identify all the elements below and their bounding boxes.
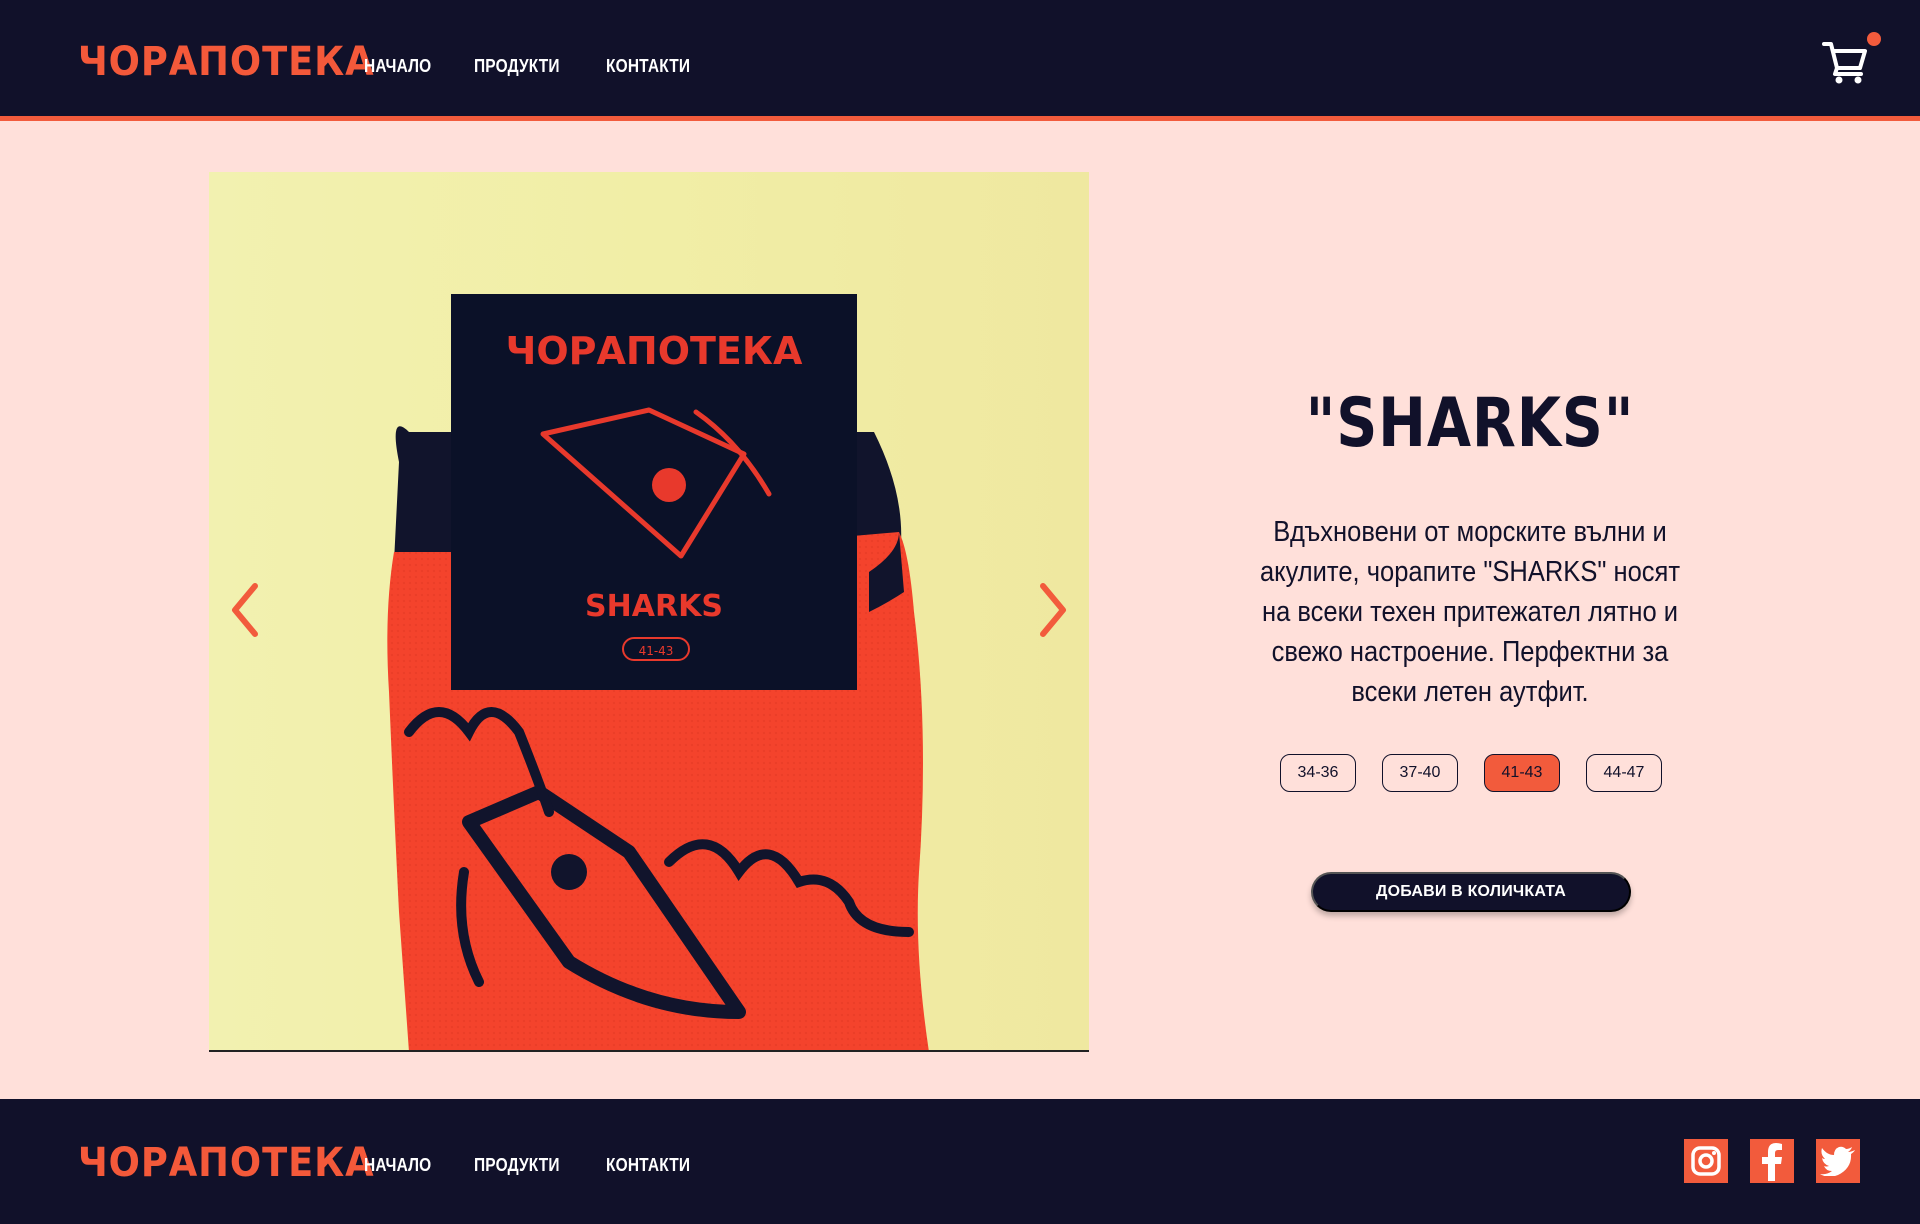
footer-nav-link-home[interactable]: НАЧАЛО: [364, 1155, 431, 1176]
facebook-icon[interactable]: [1750, 1139, 1794, 1183]
nav-link-contacts[interactable]: КОНТАКТИ: [606, 56, 690, 77]
twitter-icon[interactable]: [1816, 1139, 1860, 1183]
add-to-cart-button[interactable]: ДОБАВИ В КОЛИЧКАТА: [1311, 872, 1631, 912]
package-size-text: 41-43: [639, 644, 674, 658]
product-title: "SHARKS": [1305, 384, 1635, 463]
package-name-text: SHARKS: [585, 589, 723, 624]
product-description: Вдъхновени от морските вълни и акулите, …: [1259, 516, 1681, 708]
nav-link-home[interactable]: НАЧАЛО: [364, 56, 431, 77]
footer-nav: НАЧАЛО ПРОДУКТИ КОНТАКТИ: [364, 1155, 704, 1176]
main-nav: НАЧАЛО ПРОДУКТИ КОНТАКТИ: [364, 56, 704, 77]
size-option-34-36[interactable]: 34-36: [1280, 754, 1356, 792]
size-option-44-47[interactable]: 44-47: [1586, 754, 1662, 792]
product-section: ЧОРАПОТЕКА SHARKS 41-43 "SHARKS" Вдъхнов…: [0, 126, 1920, 1099]
site-header: ЧОРАПОТЕКА НАЧАЛО ПРОДУКТИ КОНТАКТИ: [0, 0, 1920, 121]
footer-nav-link-products[interactable]: ПРОДУКТИ: [474, 1155, 560, 1176]
cart-notification-dot: [1867, 32, 1881, 46]
chevron-right-icon[interactable]: [1033, 580, 1073, 640]
footer-logo[interactable]: ЧОРАПОТЕКА: [78, 1143, 375, 1183]
size-option-37-40[interactable]: 37-40: [1382, 754, 1458, 792]
size-option-41-43[interactable]: 41-43: [1484, 754, 1560, 792]
cart-icon[interactable]: [1822, 40, 1868, 84]
footer-nav-link-contacts[interactable]: КОНТАКТИ: [606, 1155, 690, 1176]
site-footer: ЧОРАПОТЕКА НАЧАЛО ПРОДУКТИ КОНТАКТИ: [0, 1099, 1920, 1224]
package-brand-text: ЧОРАПОТЕКА: [506, 329, 803, 373]
product-image: ЧОРАПОТЕКА SHARKS 41-43: [209, 172, 1089, 1052]
instagram-icon[interactable]: [1684, 1139, 1728, 1183]
social-links: [1684, 1139, 1860, 1183]
chevron-left-icon[interactable]: [225, 580, 265, 640]
nav-link-products[interactable]: ПРОДУКТИ: [474, 56, 560, 77]
size-selector: 34-36 37-40 41-43 44-47: [1280, 754, 1662, 792]
logo[interactable]: ЧОРАПОТЕКА: [78, 42, 375, 82]
